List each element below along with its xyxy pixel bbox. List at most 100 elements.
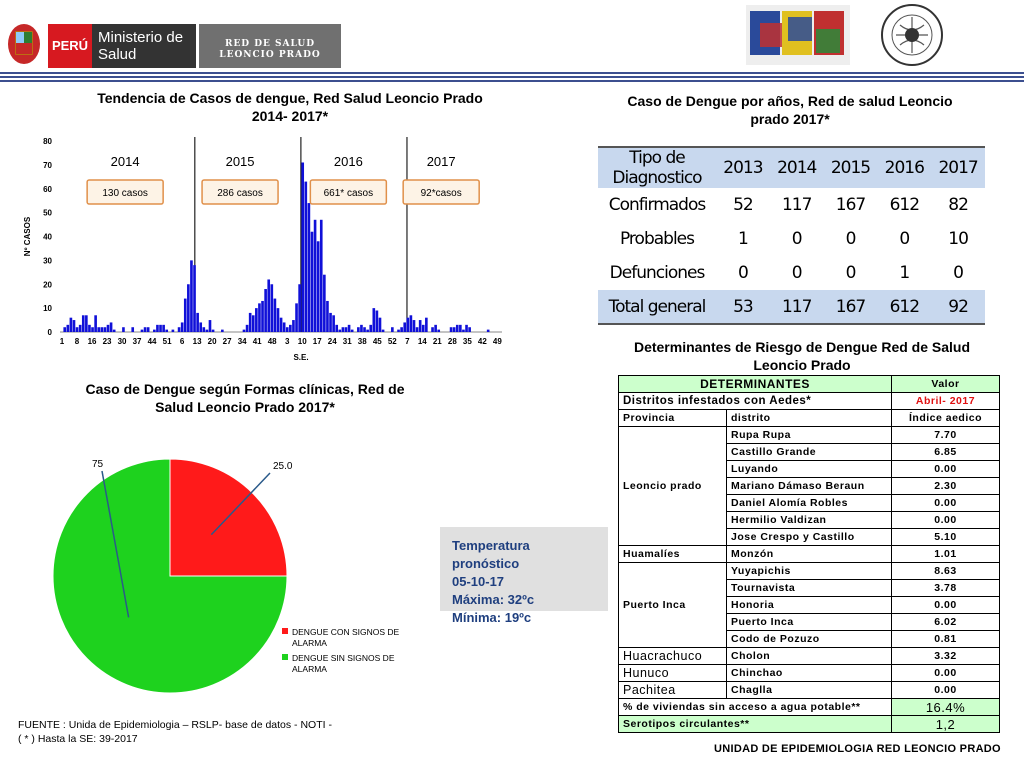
province-cell: Leoncio prado xyxy=(618,426,727,546)
cell-value: 0 xyxy=(791,229,803,249)
bar xyxy=(103,327,107,332)
red-label-2: LEONCIO PRADO xyxy=(219,50,321,60)
year-table-row: Total general 53 117 167 612 92 xyxy=(598,290,985,324)
bar xyxy=(177,327,181,332)
bar xyxy=(75,327,79,332)
cell-value: 52 xyxy=(733,195,754,215)
bar xyxy=(366,329,369,332)
bar xyxy=(409,315,413,332)
index-cell: 2.30 xyxy=(891,477,1000,495)
index-cell: 0.00 xyxy=(891,511,1000,529)
period-year-label: 2014 xyxy=(111,154,140,169)
bar xyxy=(211,329,215,332)
x-tick-label: 45 xyxy=(373,337,382,346)
period-year-label: 2015 xyxy=(226,154,255,169)
peru-badge: PERÚ xyxy=(48,24,92,68)
x-tick-label: 38 xyxy=(358,337,367,346)
water-value: 16.4% xyxy=(891,698,1000,716)
x-tick-label: 17 xyxy=(313,337,322,346)
bar xyxy=(146,327,150,332)
det-data-row: Hunuco Chinchao 0.00 xyxy=(618,664,1000,682)
det-data-row: Pachitea Chaglla 0.00 xyxy=(618,681,1000,699)
bar xyxy=(282,322,286,332)
x-tick-label: 37 xyxy=(133,337,142,346)
bar-chart: 010203040506070801 8 16 23 30 37 44 51 6 13 20 27 34… xyxy=(23,137,502,362)
legend-label: ALARMA xyxy=(292,664,327,674)
bar xyxy=(397,329,400,332)
x-tick-label: 31 xyxy=(343,337,352,346)
x-tick-label: 6 xyxy=(180,337,185,346)
bar xyxy=(341,327,345,332)
bar xyxy=(261,300,264,332)
det-header-value: Valor xyxy=(891,375,1000,393)
sero-value: 1,2 xyxy=(891,715,1000,733)
x-tick-label: 44 xyxy=(148,337,157,346)
unit-label: UNIDAD DE EPIDEMIOLOGIA RED LEONCIO PRAD… xyxy=(714,743,1001,755)
x-tick-label: 14 xyxy=(418,337,427,346)
bar xyxy=(199,322,203,332)
bar xyxy=(159,324,162,332)
bar xyxy=(323,274,326,332)
row-label: Probables xyxy=(619,229,695,249)
districts-label: Distritos infestados con Aedes* xyxy=(618,392,892,410)
bar xyxy=(85,315,88,332)
bar xyxy=(301,162,305,332)
det-data-row: Huacrachuco Cholon 3.32 xyxy=(618,647,1000,665)
bar xyxy=(310,231,314,332)
bar xyxy=(350,329,354,332)
x-tick-label: 27 xyxy=(223,337,232,346)
bar xyxy=(208,320,212,332)
pie-value-label: 25.0 xyxy=(273,461,293,472)
cell-value: 0 xyxy=(791,263,803,283)
year-table-title: Caso de Dengue por años, Red de salud Le… xyxy=(627,93,953,127)
bar xyxy=(295,303,298,332)
bar xyxy=(94,315,97,332)
bar xyxy=(205,329,209,332)
province-cell: Puerto Inca xyxy=(618,562,727,648)
bar xyxy=(344,327,348,332)
cell-value: 2015 xyxy=(830,158,871,178)
legend-swatch xyxy=(282,628,288,634)
bar xyxy=(109,322,113,332)
temperature-box: Temperatura pronóstico 05-10-17 Máxima: … xyxy=(440,527,608,625)
x-tick-label: 30 xyxy=(118,337,127,346)
bar xyxy=(406,317,410,332)
x-tick-label: 35 xyxy=(463,337,472,346)
bar xyxy=(486,329,490,332)
year-table-row: Confirmados 52 117 167 612 82 xyxy=(598,188,985,222)
province-cell: Pachitea xyxy=(618,681,727,699)
bar xyxy=(193,265,196,332)
index-cell: 0.00 xyxy=(891,664,1000,682)
x-tick-label: 20 xyxy=(208,337,217,346)
bar xyxy=(292,320,295,332)
temperature-date: 05-10-17 xyxy=(452,574,505,589)
index-cell: 0.00 xyxy=(891,681,1000,699)
index-cell: 0.00 xyxy=(891,494,1000,512)
det-header-row: DETERMINANTES Valor xyxy=(618,375,1000,393)
cell-value: 612 xyxy=(889,195,920,215)
bar xyxy=(363,327,366,332)
period-case-label: 92*casos xyxy=(421,188,462,199)
bar xyxy=(298,284,301,332)
cell-value: 117 xyxy=(781,296,812,317)
cell-value: 612 xyxy=(889,296,920,317)
index-cell: 6.85 xyxy=(891,443,1000,461)
legend-swatch xyxy=(282,654,288,660)
bar xyxy=(372,308,376,332)
bar xyxy=(190,260,193,332)
bar xyxy=(248,312,252,332)
bar xyxy=(69,317,73,332)
bar xyxy=(319,219,323,332)
district-cell: Daniel Alomía Robles xyxy=(726,494,892,512)
district-cell: Tournavista xyxy=(726,579,892,597)
cell-value: 167 xyxy=(835,195,866,215)
row-label: Defunciones xyxy=(609,263,706,283)
x-tick-label: 48 xyxy=(268,337,277,346)
bar xyxy=(202,327,206,332)
bar xyxy=(131,327,135,332)
det-data-row: Leoncio prado Rupa Rupa 7.70 xyxy=(618,426,1000,546)
bar xyxy=(289,324,292,332)
bar xyxy=(329,312,332,332)
bar xyxy=(459,324,462,332)
cdc-logo-icon xyxy=(746,5,850,65)
